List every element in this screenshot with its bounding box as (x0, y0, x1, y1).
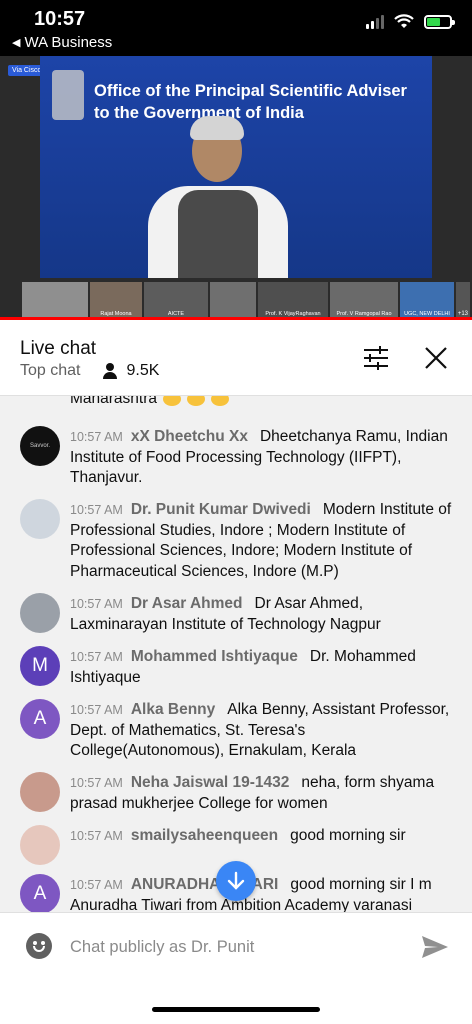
participant-thumbnail: AICTE (144, 282, 208, 318)
participant-thumbnail: Rajat Moona (90, 282, 142, 318)
chat-filter-button[interactable] (360, 344, 392, 372)
cellular-signal-icon (366, 14, 384, 29)
message-author[interactable]: Dr. Punit Kumar Dwivedi (131, 501, 311, 518)
office-title-line1: Office of the Principal Scientific Advis… (94, 82, 407, 100)
video-player[interactable]: Via CiscoWebex Office of the Principal S… (0, 56, 472, 320)
close-icon (425, 347, 447, 369)
chat-message-list[interactable]: Maharashtra Savvor. 10:57 AM xX Dheetchu … (0, 396, 472, 912)
home-indicator (152, 1007, 320, 1012)
avatar[interactable] (20, 593, 60, 633)
status-bar: 10:57 ◀ WA Business (0, 0, 472, 56)
avatar[interactable] (20, 772, 60, 812)
person-icon (102, 363, 118, 379)
chat-mode-selector[interactable]: Top chat 9.5K (20, 362, 159, 380)
emoji-picker-button[interactable] (26, 933, 52, 959)
message-text: Alka Benny, Assistant Professor, Dept. o… (70, 701, 450, 759)
message-time: 10:57 AM (70, 430, 123, 444)
national-emblem-icon (52, 70, 84, 120)
message-text: good morning sir (290, 827, 406, 844)
participant-thumbnail: +13 (456, 282, 470, 318)
scroll-to-bottom-button[interactable] (216, 861, 256, 901)
message-author[interactable]: xX Dheetchu Xx (131, 428, 248, 445)
message-author[interactable]: Neha Jaiswal 19-1432 (131, 774, 290, 791)
participant-thumbnail: UGC, NEW DELHI (400, 282, 454, 318)
arrow-down-icon (227, 871, 245, 890)
emoji-icon (163, 396, 182, 406)
chat-input[interactable] (70, 933, 400, 961)
live-chat-panel: Live chat Top chat 9.5K Maharashtra Savv… (0, 320, 472, 1024)
avatar[interactable]: A (20, 699, 60, 739)
message-author[interactable]: Alka Benny (131, 701, 215, 718)
close-chat-button[interactable] (420, 342, 452, 374)
clock: 10:57 (34, 8, 86, 30)
message-time: 10:57 AM (70, 829, 123, 843)
sliders-icon (364, 346, 388, 370)
avatar[interactable] (20, 499, 60, 539)
message-time: 10:57 AM (70, 776, 123, 790)
wifi-icon (394, 14, 414, 28)
participant-thumbnail (210, 282, 256, 318)
message-time: 10:57 AM (70, 703, 123, 717)
chat-header: Live chat Top chat 9.5K (0, 320, 472, 396)
avatar[interactable]: M (20, 646, 60, 686)
speaker-figure (148, 116, 288, 278)
emoji-icon (187, 396, 206, 406)
chat-mode-label: Top chat (20, 362, 81, 379)
main-video-feed: Office of the Principal Scientific Advis… (40, 56, 432, 278)
back-app-label: WA Business (24, 34, 113, 51)
participant-thumbnail: Prof. V Ramgopal Rao (330, 282, 398, 318)
avatar[interactable]: A (20, 874, 60, 912)
message-author[interactable]: Mohammed Ishtiyaque (131, 648, 298, 665)
message-time: 10:57 AM (70, 878, 123, 892)
message-author[interactable]: Dr Asar Ahmed (131, 595, 243, 612)
emoji-icon (211, 396, 230, 406)
participant-thumbnail (22, 282, 88, 318)
message-time: 10:57 AM (70, 503, 123, 517)
battery-fill (427, 17, 441, 26)
avatar[interactable]: Savvor. (20, 426, 60, 466)
message-time: 10:57 AM (70, 650, 123, 664)
message-text: Dheetchanya Ramu, Indian Institute of Fo… (70, 428, 448, 486)
avatar[interactable] (20, 825, 60, 865)
battery-icon (424, 14, 455, 29)
back-to-app-link[interactable]: ◀ WA Business (12, 34, 112, 51)
send-icon (422, 936, 448, 958)
message-author[interactable]: smailysaheenqueen (131, 827, 278, 844)
back-arrow-icon: ◀ (12, 37, 21, 49)
partial-message: Maharashtra (70, 396, 230, 408)
chat-input-bar (0, 912, 472, 1024)
participant-thumbnail: Prof. K VijayRaghavan (258, 282, 328, 318)
status-icons (366, 14, 455, 29)
participant-thumbnails: Rajat Moona AICTE Prof. K VijayRaghavan … (22, 282, 472, 318)
message-author[interactable]: ANURADHA TIWARI (131, 876, 279, 893)
message-time: 10:57 AM (70, 597, 123, 611)
viewer-count: 9.5K (126, 362, 160, 379)
chat-title: Live chat (20, 338, 97, 359)
send-button[interactable] (420, 933, 450, 961)
